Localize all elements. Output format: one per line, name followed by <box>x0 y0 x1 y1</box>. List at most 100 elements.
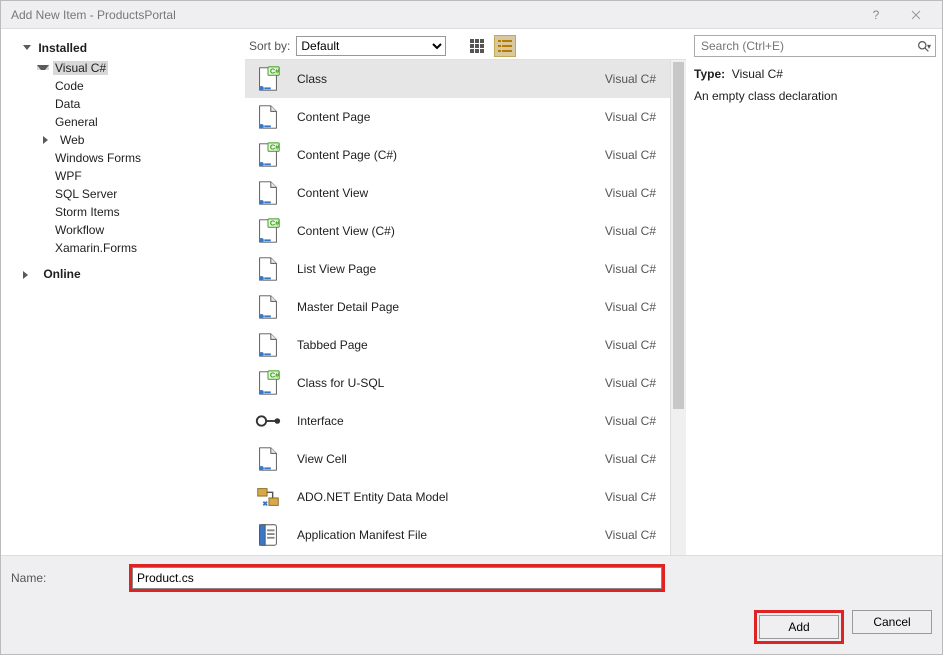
search-icon[interactable]: ▾ <box>913 40 935 53</box>
template-name: Master Detail Page <box>297 300 605 314</box>
help-button[interactable]: ? <box>856 1 896 29</box>
sidebar-item-general[interactable]: General <box>19 113 245 131</box>
template-name: View Cell <box>297 452 605 466</box>
sidebar-item-label: Windows Forms <box>55 151 141 165</box>
sidebar-item-label: Storm Items <box>55 205 120 219</box>
type-value: Visual C# <box>732 67 783 81</box>
template-item[interactable]: Class for U-SQLVisual C# <box>245 364 670 402</box>
scrollbar-thumb[interactable] <box>673 62 684 409</box>
scrollbar[interactable] <box>670 60 686 555</box>
template-lang: Visual C# <box>605 72 656 86</box>
sidebar-item-sql-server[interactable]: SQL Server <box>19 185 245 203</box>
description-text: An empty class declaration <box>694 89 936 103</box>
template-name: Interface <box>297 414 605 428</box>
add-button-highlight: Add <box>754 610 844 644</box>
template-name: Content View (C#) <box>297 224 605 238</box>
template-lang: Visual C# <box>605 300 656 314</box>
sidebar-item-label: Visual C# <box>53 61 108 75</box>
name-input-highlight <box>129 564 665 592</box>
template-lang: Visual C# <box>605 110 656 124</box>
template-name: List View Page <box>297 262 605 276</box>
xaml-page-icon <box>253 178 283 208</box>
name-input[interactable] <box>132 567 662 589</box>
template-description: Type: Visual C# An empty class declarati… <box>694 67 936 103</box>
sidebar-item-code[interactable]: Code <box>19 77 245 95</box>
sidebar-item-wpf[interactable]: WPF <box>19 167 245 185</box>
sidebar-item-data[interactable]: Data <box>19 95 245 113</box>
close-icon <box>911 10 921 20</box>
template-toolbar: Sort by: Default <box>245 33 686 59</box>
xaml-page-icon <box>253 292 283 322</box>
sidebar-item-visual-c-[interactable]: Visual C# <box>19 59 245 77</box>
template-lang: Visual C# <box>605 224 656 238</box>
view-list-button[interactable] <box>494 35 516 57</box>
template-lang: Visual C# <box>605 148 656 162</box>
window-title: Add New Item - ProductsPortal <box>11 8 856 22</box>
template-item[interactable]: Content Page (C#)Visual C# <box>245 136 670 174</box>
title-bar: Add New Item - ProductsPortal ? <box>1 1 942 29</box>
template-name: Tabbed Page <box>297 338 605 352</box>
template-name: Content Page (C#) <box>297 148 605 162</box>
close-button[interactable] <box>896 1 936 29</box>
dialog-footer: Name: Add Cancel <box>1 555 942 654</box>
sidebar-item-label: General <box>55 115 98 129</box>
template-lang: Visual C# <box>605 262 656 276</box>
template-lang: Visual C# <box>605 186 656 200</box>
sidebar-item-web[interactable]: Web <box>19 131 245 149</box>
sidebar-item-xamarin-forms[interactable]: Xamarin.Forms <box>19 239 245 257</box>
chevron-down-icon <box>23 45 31 50</box>
search-input[interactable] <box>695 39 913 53</box>
template-item[interactable]: View CellVisual C# <box>245 440 670 478</box>
template-lang: Visual C# <box>605 452 656 466</box>
manifest-icon <box>253 520 283 550</box>
sidebar-item-label: Web <box>60 133 84 147</box>
category-sidebar: Installed Visual C# CodeData General Web Win… <box>7 33 245 555</box>
template-item[interactable]: ADO.NET Entity Data ModelVisual C# <box>245 478 670 516</box>
template-item[interactable]: ClassVisual C# <box>245 60 670 98</box>
xaml-page-icon <box>253 330 283 360</box>
sidebar-item-storm-items[interactable]: Storm Items <box>19 203 245 221</box>
template-name: ADO.NET Entity Data Model <box>297 490 605 504</box>
template-name: Application Manifest File <box>297 528 605 542</box>
grid-icon <box>469 38 485 54</box>
edm-icon <box>253 482 283 512</box>
sort-by-select[interactable]: Default <box>296 36 446 56</box>
cs-class-icon <box>253 368 283 398</box>
template-name: Class <box>297 72 605 86</box>
list-icon <box>497 38 513 54</box>
online-header[interactable]: Online <box>7 263 245 285</box>
installed-header[interactable]: Installed <box>7 37 245 59</box>
sidebar-item-label: Xamarin.Forms <box>55 241 137 255</box>
template-item[interactable]: Content PageVisual C# <box>245 98 670 136</box>
chevron-right-icon <box>23 271 36 279</box>
interface-icon <box>253 406 283 436</box>
search-box[interactable]: ▾ <box>694 35 936 57</box>
cancel-button[interactable]: Cancel <box>852 610 932 634</box>
xaml-page-icon <box>253 254 283 284</box>
template-item[interactable]: Content View (C#)Visual C# <box>245 212 670 250</box>
category-tree: Visual C# CodeData General Web Windows Forms… <box>7 59 245 257</box>
template-lang: Visual C# <box>605 528 656 542</box>
template-name: Content View <box>297 186 605 200</box>
template-item[interactable]: Content ViewVisual C# <box>245 174 670 212</box>
template-item[interactable]: Tabbed PageVisual C# <box>245 326 670 364</box>
cs-class-icon <box>253 140 283 170</box>
sidebar-item-label: Workflow <box>55 223 104 237</box>
template-lang: Visual C# <box>605 376 656 390</box>
xaml-page-icon <box>253 102 283 132</box>
view-grid-button[interactable] <box>466 35 488 57</box>
template-item[interactable]: Application Manifest FileVisual C# <box>245 516 670 554</box>
template-lang: Visual C# <box>605 414 656 428</box>
add-button[interactable]: Add <box>759 615 839 639</box>
xaml-page-icon <box>253 444 283 474</box>
sidebar-item-workflow[interactable]: Workflow <box>19 221 245 239</box>
type-label: Type: <box>694 67 725 81</box>
template-name: Class for U-SQL <box>297 376 605 390</box>
template-item[interactable]: Master Detail PageVisual C# <box>245 288 670 326</box>
template-name: Content Page <box>297 110 605 124</box>
sidebar-item-windows-forms[interactable]: Windows Forms <box>19 149 245 167</box>
cs-class-icon <box>253 64 283 94</box>
template-list[interactable]: ClassVisual C#Content PageVisual C#Conte… <box>245 60 670 555</box>
template-item[interactable]: InterfaceVisual C# <box>245 402 670 440</box>
template-item[interactable]: List View PageVisual C# <box>245 250 670 288</box>
